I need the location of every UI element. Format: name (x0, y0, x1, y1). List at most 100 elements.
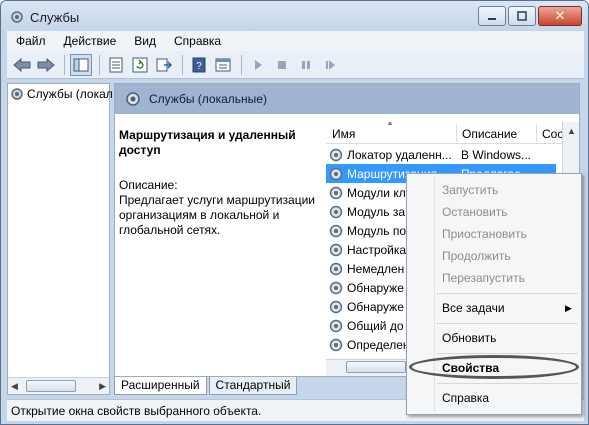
help-icon: ? (192, 57, 206, 72)
view-tabs: Расширенный Стандартный (114, 377, 299, 395)
menu-icon-column (434, 176, 435, 412)
service-gear-icon (329, 319, 343, 332)
column-header-description[interactable]: Описание (462, 127, 517, 141)
scroll-left-icon[interactable]: ◀ (11, 381, 18, 392)
service-gear-icon (329, 205, 343, 218)
menu-separator (437, 383, 578, 384)
stop-icon (278, 60, 286, 69)
service-gear-icon (329, 281, 343, 294)
column-header-row: ▲ Имя Описание Сос (326, 122, 579, 144)
show-console-tree-button[interactable] (70, 53, 92, 76)
menu-file[interactable]: Файл (7, 34, 55, 48)
export-list-button[interactable] (105, 54, 127, 76)
column-header-name[interactable]: Имя (332, 127, 355, 141)
toolbar: ? (7, 51, 584, 79)
window-controls: ✕ (476, 6, 582, 26)
properties-button[interactable] (212, 54, 234, 76)
toolbar-separator (99, 54, 100, 75)
menu-item-resume[interactable]: Продолжить (442, 249, 511, 263)
maximize-icon (517, 11, 527, 21)
toolbar-separator (182, 54, 183, 75)
menu-item-properties[interactable]: Свойства (442, 361, 499, 375)
tab-standard[interactable]: Стандартный (208, 377, 298, 395)
back-arrow-icon (13, 57, 31, 72)
title-bar[interactable]: Службы ✕ (1, 1, 588, 31)
service-name-cell: Локатор удаленн... (347, 147, 452, 162)
export-button[interactable] (153, 54, 175, 76)
console-tree-icon (73, 58, 89, 71)
console-tree: Службы (локал ◀ ▶ (7, 83, 113, 395)
menu-help[interactable]: Справка (165, 34, 230, 48)
services-gear-icon (11, 11, 23, 23)
play-icon (255, 59, 262, 70)
menu-item-stop[interactable]: Остановить (442, 205, 508, 219)
minimize-button[interactable] (478, 6, 506, 26)
pause-service-button[interactable] (295, 54, 317, 76)
tree-horizontal-scrollbar[interactable]: ◀ ▶ (8, 377, 109, 394)
description-label: Описание: (119, 178, 178, 192)
service-gear-icon (329, 338, 343, 351)
service-gear-icon (329, 262, 343, 275)
stop-service-button[interactable] (271, 54, 293, 76)
menu-item-pause[interactable]: Приостановить (442, 227, 527, 241)
panel-header: Службы (локальные) (115, 84, 579, 114)
scroll-right-icon[interactable]: ▶ (99, 381, 106, 392)
tree-item-label: Службы (локал (27, 87, 113, 101)
scrollbar-thumb[interactable] (26, 380, 76, 392)
selected-service-name: Маршрутизация и удаленный доступ (119, 128, 296, 157)
sort-ascending-icon: ▲ (386, 122, 394, 127)
panel-title: Службы (локальные) (149, 92, 267, 106)
toolbar-separator (64, 54, 65, 75)
table-row[interactable]: Локатор удаленн... В Windows... (326, 145, 556, 164)
toolbar-separator (241, 54, 242, 75)
service-gear-icon (329, 300, 343, 313)
menu-item-help[interactable]: Справка (442, 391, 489, 405)
pause-icon (302, 60, 310, 69)
menu-item-restart[interactable]: Перезапустить (442, 271, 525, 285)
forward-arrow-icon (37, 57, 55, 72)
status-text: Открытие окна свойств выбранного объекта… (11, 404, 262, 418)
column-divider[interactable] (456, 124, 457, 142)
refresh-button[interactable] (129, 54, 151, 76)
service-gear-icon (329, 243, 343, 256)
service-gear-icon (329, 167, 343, 180)
service-gear-icon (329, 148, 343, 161)
context-menu: Запустить Остановить Приостановить Продо… (406, 173, 582, 415)
export-icon (156, 58, 172, 71)
minimize-icon (488, 18, 496, 20)
window-title: Службы (30, 10, 80, 25)
menu-separator (437, 323, 578, 324)
start-service-button[interactable] (247, 54, 269, 76)
tree-item-services-local[interactable]: Службы (локал (10, 87, 113, 101)
menu-view[interactable]: Вид (125, 34, 165, 48)
back-button[interactable] (11, 54, 33, 76)
forward-button[interactable] (35, 54, 57, 76)
maximize-button[interactable] (508, 6, 536, 26)
scroll-up-icon[interactable]: ▲ (567, 126, 576, 136)
menu-separator (437, 353, 578, 354)
refresh-icon (132, 57, 148, 72)
menu-item-all-tasks[interactable]: Все задачи (442, 301, 505, 315)
menu-bar: Файл Действие Вид Справка (7, 31, 584, 51)
properties-icon (215, 58, 231, 71)
tab-extended[interactable]: Расширенный (114, 377, 207, 395)
help-button[interactable]: ? (188, 54, 210, 76)
menu-item-refresh[interactable]: Обновить (442, 331, 496, 345)
menu-item-start[interactable]: Запустить (442, 183, 498, 197)
restart-service-button[interactable] (319, 54, 341, 76)
services-gear-icon (126, 92, 140, 106)
service-gear-icon (329, 224, 343, 237)
restart-icon (326, 59, 335, 70)
close-button[interactable]: ✕ (538, 6, 582, 26)
description-text: Предлагает услуги маршрутизации организа… (119, 193, 315, 237)
service-description-cell: В Windows... (461, 147, 532, 162)
services-window: Службы ✕ Файл Действие Вид Справка ? Слу… (0, 0, 589, 425)
column-divider[interactable] (536, 124, 537, 142)
menu-action[interactable]: Действие (55, 34, 126, 48)
close-icon: ✕ (554, 8, 566, 23)
column-header-status[interactable]: Сос (542, 127, 563, 141)
scrollbar-thumb[interactable] (346, 361, 406, 373)
export-list-icon (109, 57, 123, 72)
svg-text:?: ? (196, 61, 202, 72)
services-gear-icon (11, 88, 23, 100)
